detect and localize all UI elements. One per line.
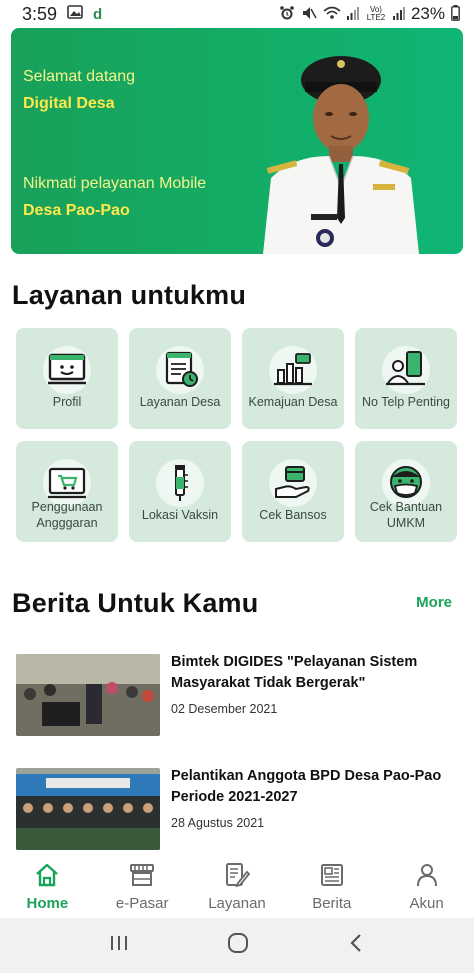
hand-card-icon xyxy=(269,459,317,507)
service-layanan-desa-tile[interactable]: Layanan Desa xyxy=(129,328,231,429)
news-heading: Berita Untuk Kamu xyxy=(12,588,259,618)
service-cek-bansos-tile[interactable]: Cek Bansos xyxy=(242,441,344,542)
nav-label: Akun xyxy=(409,895,444,912)
image-icon xyxy=(67,4,83,24)
welcome-banner[interactable]: Selamat datang Digital Desa Nikmati pela… xyxy=(11,28,463,254)
nav-label: Berita xyxy=(312,895,352,912)
service-label: Profil xyxy=(52,395,82,409)
network-label: Vo) LTE2 xyxy=(366,5,386,22)
status-time: 3:59 xyxy=(22,3,58,24)
nav-berita[interactable]: Berita xyxy=(292,862,372,912)
nav-label: e-Pasar xyxy=(115,895,169,912)
service-penggunaan-anggaran-tile[interactable]: Penggunaan Angggaran xyxy=(16,441,118,542)
nav-home[interactable]: Home xyxy=(7,862,87,912)
newspaper-icon xyxy=(319,862,345,893)
phone-contact-icon xyxy=(382,346,430,394)
nav-e-pasar[interactable]: e-Pasar xyxy=(102,862,182,912)
wifi-icon xyxy=(323,6,341,23)
signal-icon xyxy=(392,6,405,23)
service-label: Kemajuan Desa xyxy=(248,395,338,409)
service-label: No Telp Penting xyxy=(361,395,451,409)
edit-document-icon xyxy=(224,862,251,893)
vaccine-icon xyxy=(156,459,204,507)
nav-label: Layanan xyxy=(208,895,266,912)
banner-app-name: Digital Desa xyxy=(23,95,115,112)
bottom-navigation: Home e-Pasar Layanan Berita Akun xyxy=(0,858,474,918)
service-label: Cek Bansos xyxy=(259,508,327,522)
news-date: 02 Desember 2021 xyxy=(171,702,278,716)
service-kemajuan-desa-tile[interactable]: Kemajuan Desa xyxy=(242,328,344,429)
banner-greeting: Selamat datang xyxy=(23,68,136,85)
service-label: Cek Bantuan UMKM xyxy=(369,500,443,530)
document-clock-icon xyxy=(156,346,204,394)
news-thumbnail xyxy=(16,768,160,850)
news-date: 28 Agustus 2021 xyxy=(171,816,265,830)
news-item[interactable]: Pelantikan Anggota BPD Desa Pao-Pao Peri… xyxy=(16,768,461,860)
banner-tagline: Nikmati pelayanan Mobile xyxy=(23,175,207,192)
nav-akun[interactable]: Akun xyxy=(387,862,467,912)
service-lokasi-vaksin-tile[interactable]: Lokasi Vaksin xyxy=(129,441,231,542)
village-head-photo xyxy=(263,56,419,254)
back-icon[interactable] xyxy=(346,932,366,959)
news-title: Pelantikan Anggota BPD Desa Pao-Pao Peri… xyxy=(171,768,442,805)
more-news-link[interactable]: More xyxy=(416,594,452,611)
d-app-icon: d xyxy=(93,5,103,23)
service-profil-tile[interactable]: Profil xyxy=(16,328,118,429)
service-label: Penggunaan Angggaran xyxy=(31,500,103,530)
nav-label: Home xyxy=(26,895,69,912)
battery-icon xyxy=(451,4,460,24)
battery-text: 23% xyxy=(410,4,445,23)
person-icon xyxy=(414,862,440,893)
service-label: Lokasi Vaksin xyxy=(141,508,219,522)
banner-village-name: Desa Pao-Pao xyxy=(23,202,130,219)
services-grid: Profil Layanan Desa Kemajuan Desa No Tel… xyxy=(16,328,457,542)
mute-icon xyxy=(301,5,317,24)
home-icon xyxy=(34,862,60,893)
nav-layanan[interactable]: Layanan xyxy=(197,862,277,912)
system-navigation-bar xyxy=(0,918,474,973)
bar-chart-icon xyxy=(269,346,317,394)
store-icon xyxy=(129,862,155,893)
news-thumbnail xyxy=(16,654,160,736)
status-bar: 3:59 d Vo) LTE2 23% xyxy=(0,0,474,28)
home-circle-icon[interactable] xyxy=(226,931,250,960)
news-title: Bimtek DIGIDES "Pelayanan Sistem Masyara… xyxy=(171,654,418,691)
news-item[interactable]: Bimtek DIGIDES "Pelayanan Sistem Masyara… xyxy=(16,654,461,746)
services-heading: Layanan untukmu xyxy=(12,280,247,310)
signal-icon xyxy=(346,6,359,23)
service-label: Layanan Desa xyxy=(139,395,221,409)
service-cek-bantuan-umkm-tile[interactable]: Cek Bantuan UMKM xyxy=(355,441,457,542)
profile-monitor-icon xyxy=(43,346,91,394)
alarm-icon xyxy=(279,5,295,24)
service-no-telp-penting-tile[interactable]: No Telp Penting xyxy=(355,328,457,429)
recent-apps-icon[interactable] xyxy=(108,933,130,958)
